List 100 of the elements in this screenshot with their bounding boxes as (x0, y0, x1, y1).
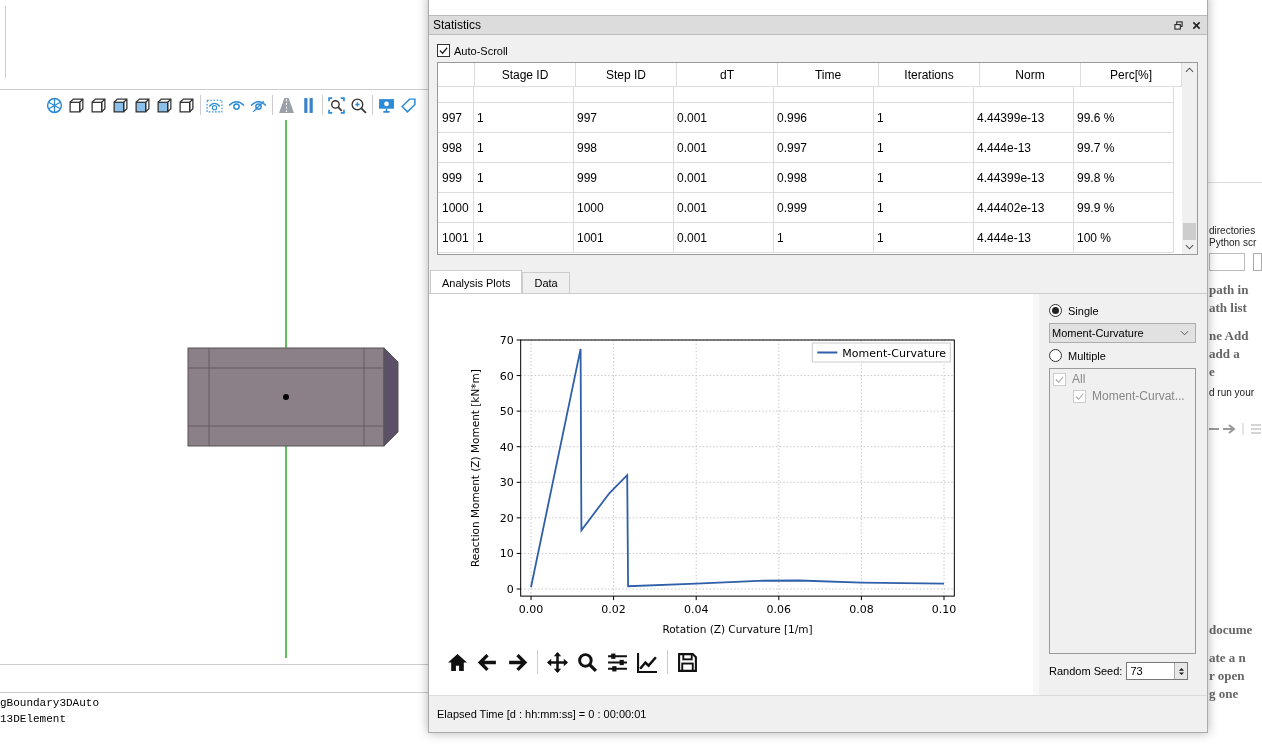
back-arrow-icon[interactable] (477, 651, 498, 673)
panel-title: Statistics (433, 18, 481, 32)
console-line: gBoundary3DAuto (0, 696, 100, 711)
column-header[interactable]: Norm (980, 63, 1081, 87)
panel-text: e (1209, 363, 1216, 381)
panel-text: docume (1209, 621, 1254, 639)
cube-view-icon[interactable] (178, 96, 195, 114)
console-line: 13DElement (0, 712, 66, 727)
table-cell: 1 (874, 223, 974, 253)
panel-text: d run your (1209, 387, 1256, 399)
panel-text: Python scr (1209, 237, 1258, 249)
table-cell: 4.44402e-13 (974, 193, 1074, 223)
node-dot (283, 394, 289, 400)
monitor-gear-icon[interactable] (378, 96, 395, 114)
chevron-down-icon (1180, 330, 1189, 336)
table-cell: 1 (474, 133, 574, 163)
x-tick-label: 0.06 (766, 603, 792, 617)
tab[interactable]: Data (522, 272, 570, 293)
y-tick-label: 40 (499, 440, 514, 454)
forward-arrow-icon[interactable] (507, 651, 528, 673)
save-icon[interactable] (677, 651, 698, 673)
y-tick-label: 20 (499, 511, 514, 525)
table-cell: 0.001 (674, 223, 774, 253)
radio-option[interactable]: Multiple (1049, 349, 1196, 362)
row-header: 1000 (438, 193, 474, 223)
pan-icon[interactable] (547, 651, 568, 673)
tab[interactable]: Analysis Plots (430, 270, 523, 293)
scroll-down-icon[interactable] (1185, 244, 1194, 250)
table-cell: 1 (874, 103, 974, 133)
cube-view-icon[interactable] (134, 96, 151, 114)
table-cell: 99.6 % (1074, 103, 1174, 133)
y-tick-label: 60 (499, 369, 514, 383)
cube-view-icon[interactable] (68, 96, 85, 114)
table-cell: 4.44399e-13 (974, 163, 1074, 193)
table-cell: 99.7 % (1074, 133, 1174, 163)
table-cell: 1 (474, 163, 574, 193)
close-icon[interactable] (1192, 20, 1201, 30)
scroll-up-icon[interactable] (1185, 67, 1194, 73)
home-icon[interactable] (447, 651, 468, 673)
legend-label: Moment-Curvature (842, 346, 947, 360)
table-cell: 0.001 (674, 163, 774, 193)
scroll-thumb[interactable] (1183, 223, 1196, 240)
sliders-icon[interactable] (607, 651, 628, 673)
zoom-icon[interactable] (350, 96, 367, 114)
auto-scroll-checkbox[interactable]: Auto-Scroll (437, 44, 508, 57)
nav-arrows-icon[interactable] (1209, 421, 1261, 437)
spin-arrows-icon[interactable] (1177, 665, 1185, 677)
cube-view-icon[interactable] (156, 96, 173, 114)
cube-view-icon[interactable] (90, 96, 107, 114)
legend-swatch (816, 351, 839, 354)
tag-icon[interactable] (400, 96, 417, 114)
column-header[interactable]: Step ID (576, 63, 677, 87)
radio-option[interactable]: Single (1049, 304, 1196, 317)
table-cell: 1 (874, 133, 974, 163)
panel-text: ne Add (1209, 327, 1250, 345)
table-cell: 1 (774, 223, 874, 253)
panel-text: ate a n (1209, 649, 1247, 667)
table-cell: 0.001 (674, 103, 774, 133)
dropdown-field[interactable] (1209, 253, 1245, 271)
column-header[interactable]: dT (677, 63, 778, 87)
row-header: 997 (438, 103, 474, 133)
seed-spinbox[interactable]: 73 (1126, 662, 1189, 680)
x-axis-label: Rotation (Z) Curvature [1/m] (662, 623, 813, 635)
column-header[interactable]: Time (778, 63, 879, 87)
table-cell: 4.444e-13 (974, 223, 1074, 253)
panel-text: g one (1209, 685, 1240, 703)
y-tick-label: 70 (499, 334, 514, 347)
plot-dropdown[interactable]: Moment-Curvature (1049, 323, 1196, 343)
y-tick-label: 0 (506, 583, 514, 596)
y-tick-label: 30 (499, 476, 514, 490)
table-cell: 0.997 (774, 133, 874, 163)
panel-text: add a (1209, 345, 1241, 363)
table-cell: 1 (874, 193, 974, 223)
x-tick-label: 0.04 (683, 603, 709, 617)
column-header[interactable]: Iterations (879, 63, 980, 87)
table-cell: 100 % (1074, 223, 1174, 253)
elapsed-time-text: Elapsed Time [d : hh:mm:ss] = 0 : 00:00:01 (429, 695, 1207, 732)
zoom-fit-icon[interactable] (328, 96, 345, 114)
vertical-scrollbar[interactable] (1182, 63, 1197, 254)
table-cell: 1 (474, 103, 574, 133)
panel-text: r open (1209, 667, 1246, 685)
float-icon[interactable] (1174, 20, 1183, 30)
table-cell: 99.8 % (1074, 163, 1174, 193)
panel-text: ath list (1209, 299, 1248, 317)
row-header (438, 87, 474, 103)
road-icon[interactable] (278, 96, 295, 114)
table-cell: 4.444e-13 (974, 133, 1074, 163)
cube-view-icon[interactable] (112, 96, 129, 114)
zoom-icon[interactable] (577, 651, 598, 673)
table-cell: 0.999 (774, 193, 874, 223)
table-cell: 1 (474, 193, 574, 223)
table-cell: 1000 (574, 193, 674, 223)
x-tick-label: 0.08 (849, 603, 874, 617)
column-header[interactable]: Stage ID (475, 63, 576, 87)
iso-view-icon[interactable] (46, 96, 63, 114)
checkmark-icon (438, 45, 449, 56)
checkmark-icon (1054, 374, 1065, 385)
line-chart-icon[interactable] (637, 651, 658, 673)
panel-text: directories (1209, 225, 1257, 237)
table-cell: 0.996 (774, 103, 874, 133)
